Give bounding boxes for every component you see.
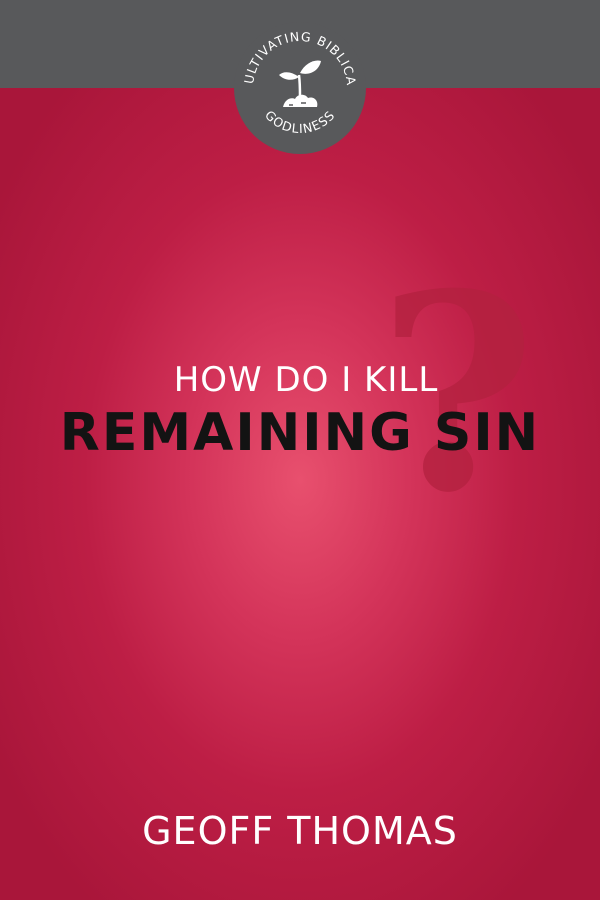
series-logo-badge: CULTIVATING BIBLICAL GODLINESS — [233, 21, 367, 155]
book-title: REMAINING SIN — [59, 403, 541, 463]
book-cover: CULTIVATING BIBLICAL GODLINESS ? HOW DO … — [0, 0, 600, 900]
title-prefix: HOW DO I KILL — [173, 360, 439, 400]
author-name: GEOFF THOMAS — [142, 809, 458, 853]
